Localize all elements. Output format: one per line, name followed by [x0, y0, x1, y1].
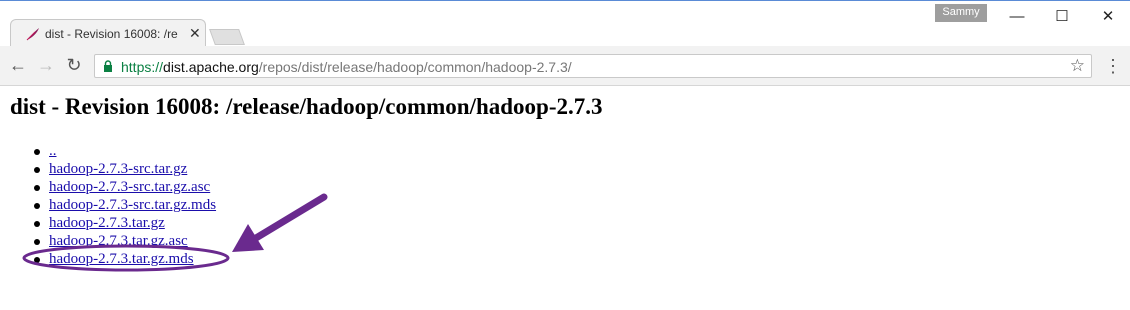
page-title: dist - Revision 16008: /release/hadoop/c… — [10, 94, 603, 119]
maximize-icon[interactable]: ☐ — [1050, 7, 1074, 27]
close-window-icon[interactable]: ✕ — [1096, 7, 1120, 27]
profile-badge[interactable]: Sammy — [935, 4, 987, 22]
browser-toolbar: ← → ↻ https://dist.apache.org/repos/dist… — [0, 46, 1130, 86]
url-scheme: https:// — [121, 59, 164, 75]
apache-feather-icon — [26, 28, 39, 41]
address-url[interactable]: https://dist.apache.org/repos/dist/relea… — [121, 59, 572, 75]
url-path: /repos/dist/release/hadoop/common/hadoop… — [258, 59, 572, 75]
file-link[interactable]: hadoop-2.7.3.tar.gz — [49, 214, 165, 232]
file-link[interactable]: hadoop-2.7.3.tar.gz.asc — [49, 232, 188, 250]
title-bar: dist - Revision 16008: /re ✕ Sammy — ☐ ✕ — [0, 0, 1130, 47]
file-link[interactable]: hadoop-2.7.3-src.tar.gz — [49, 160, 187, 178]
tab-title: dist - Revision 16008: /re — [45, 27, 178, 41]
file-link[interactable]: hadoop-2.7.3-src.tar.gz.mds — [49, 196, 216, 214]
parent-dir-link[interactable]: .. — [49, 142, 57, 160]
browser-tab[interactable]: dist - Revision 16008: /re ✕ — [10, 19, 206, 47]
tab-close-icon[interactable]: ✕ — [189, 25, 201, 41]
back-icon[interactable]: ← — [7, 54, 29, 76]
address-bar[interactable]: https://dist.apache.org/repos/dist/relea… — [94, 54, 1092, 78]
page-content: dist - Revision 16008: /release/hadoop/c… — [0, 86, 1130, 310]
minimize-icon[interactable]: — — [1005, 7, 1029, 27]
reload-icon[interactable]: ↻ — [63, 54, 85, 76]
file-link-highlighted[interactable]: hadoop-2.7.3.tar.gz.mds — [49, 250, 194, 268]
file-link[interactable]: hadoop-2.7.3-src.tar.gz.asc — [49, 178, 210, 196]
menu-icon[interactable]: ⋮ — [1104, 55, 1122, 77]
bookmark-star-icon[interactable]: ☆ — [1070, 56, 1085, 76]
lock-icon — [104, 60, 112, 72]
new-tab-button[interactable] — [209, 29, 245, 45]
forward-icon[interactable]: → — [35, 54, 57, 76]
url-host: dist.apache.org — [163, 59, 259, 75]
